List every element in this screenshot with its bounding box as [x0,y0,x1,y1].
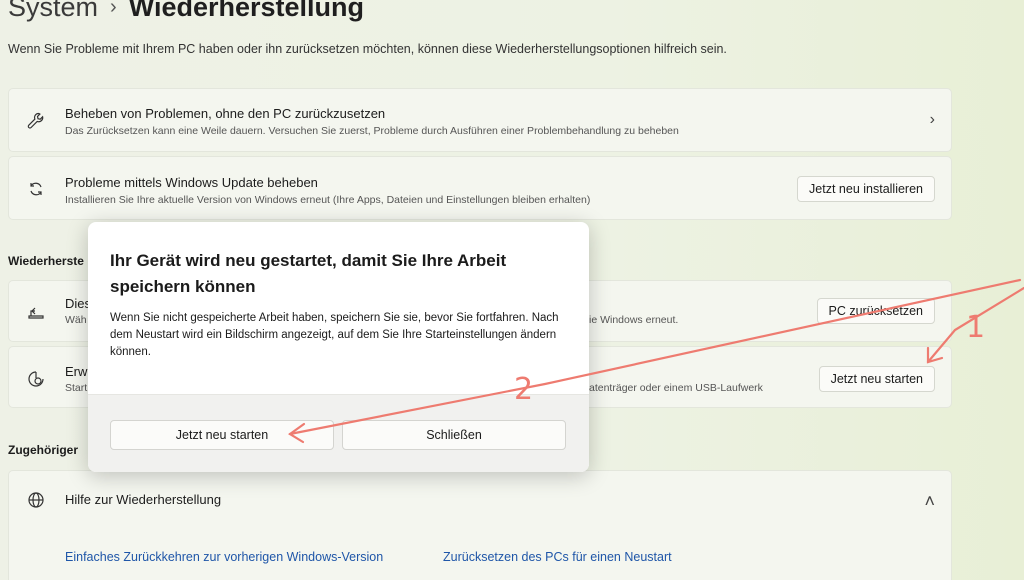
globe-icon [25,489,47,511]
settings-page: System › Wiederherstellung Wenn Sie Proble… [0,0,1024,580]
advanced-startup-title: Erw [65,364,88,379]
section-recovery-options: Wiederherste [8,254,84,268]
restart-dialog: Ihr Gerät wird neu gestartet, damit Sie … [88,222,589,472]
dialog-body: Wenn Sie nicht gespeicherte Arbeit haben… [110,312,559,358]
restart-now-button[interactable]: Jetzt neu starten [818,366,935,392]
breadcrumb-system[interactable]: System [8,0,98,22]
advanced-startup-desc-right: atenträger oder einem USB-Laufwerk [589,382,763,394]
page-subtitle: Wenn Sie Probleme mit Ihrem PC haben ode… [8,42,727,56]
annotation-step-1: 1 [966,310,986,345]
advanced-startup-desc-left: Start [65,382,88,394]
troubleshoot-card[interactable]: Beheben von Problemen, ohne den PC zurüc… [8,88,952,152]
page-title: System › Wiederherstellung [8,0,364,23]
windows-update-card: Probleme mittels Windows Update beheben … [8,156,952,220]
advanced-startup-icon [25,368,47,390]
annotation-step-2: 2 [514,372,534,407]
reset-pc-icon [25,301,47,323]
dialog-close-button[interactable]: Schließen [342,420,566,450]
reset-pc-desc-right: ie Windows erneut. [589,314,679,326]
breadcrumb-current: Wiederherstellung [128,0,365,22]
chevron-right-icon: › [929,111,935,128]
refresh-icon [25,178,47,200]
troubleshoot-title: Beheben von Problemen, ohne den PC zurüc… [65,106,386,121]
chevron-up-icon: ˄ [924,491,935,511]
reset-pc-button[interactable]: PC zurücksetzen [816,298,935,324]
help-recovery-card[interactable]: Hilfe zur Wiederherstellung ˄ [8,470,952,528]
dialog-title: Ihr Gerät wird neu gestartet, damit Sie … [110,251,507,296]
breadcrumb-separator: › [110,0,117,18]
section-related-support: Zugehöriger [8,443,79,457]
dialog-restart-now-button[interactable]: Jetzt neu starten [110,420,334,450]
rollback-link[interactable]: Einfaches Zurückkehren zur vorherigen Wi… [65,550,383,564]
reset-pc-desc-left: Wäh [65,314,87,326]
windows-update-title: Probleme mittels Windows Update beheben [65,175,318,190]
reinstall-now-button[interactable]: Jetzt neu installieren [797,176,935,202]
windows-update-desc: Installieren Sie Ihre aktuelle Version v… [65,194,591,206]
wrench-icon [25,110,47,132]
troubleshoot-desc: Das Zurücksetzen kann eine Weile dauern.… [65,125,679,137]
reset-restart-link[interactable]: Zurücksetzen des PCs für einen Neustart [443,550,672,564]
help-recovery-title: Hilfe zur Wiederherstellung [65,492,222,507]
